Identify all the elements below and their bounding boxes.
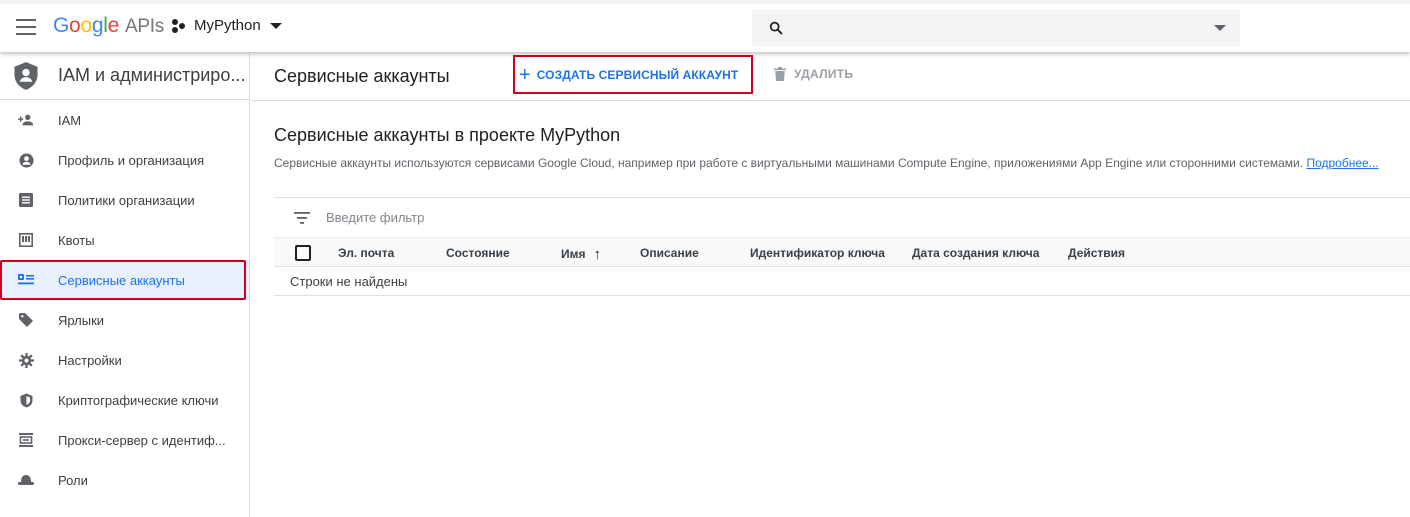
sidebar: IAM и администриро... IAM Профиль и орга… (0, 52, 250, 517)
list-alt-icon (18, 192, 34, 208)
highlight-box (0, 260, 246, 300)
search-icon (769, 21, 783, 35)
sidebar-item-org-policies[interactable]: Политики организации (0, 180, 249, 220)
column-status[interactable]: Состояние (446, 246, 510, 260)
sidebar-item-service-accounts[interactable]: Сервисные аккаунты (0, 260, 249, 300)
hat-icon (18, 472, 34, 488)
google-apis-logo[interactable]: Google APIs (53, 14, 164, 38)
select-all-checkbox[interactable] (295, 245, 311, 261)
column-actions: Действия (1068, 246, 1126, 260)
column-email[interactable]: Эл. почта (338, 246, 394, 260)
filter-input[interactable] (326, 210, 726, 225)
table-empty-row: Строки не найдены (274, 267, 1410, 296)
quota-icon (18, 232, 34, 248)
gear-icon (18, 352, 34, 368)
project-dots-icon (172, 18, 188, 34)
sidebar-item-labels[interactable]: Ярлыки (0, 300, 249, 340)
sidebar-item-identity-proxy[interactable]: Прокси-сервер с идентиф... (0, 420, 249, 460)
main-content: Сервисные аккаунты + СОЗДАТЬ СЕРВИСНЫЙ А… (251, 52, 1410, 517)
sidebar-header: IAM и администриро... (0, 52, 249, 100)
learn-more-link[interactable]: Подробнее... (1306, 156, 1378, 170)
filter-bar (274, 197, 1410, 237)
column-description[interactable]: Описание (640, 246, 699, 260)
sidebar-item-crypto-keys[interactable]: Криптографические ключи (0, 380, 249, 420)
sidebar-item-iam[interactable]: IAM (0, 100, 249, 140)
sort-ascending-icon: ↑ (593, 246, 602, 263)
account-circle-icon (18, 152, 34, 168)
sidebar-item-quotas[interactable]: Квоты (0, 220, 249, 260)
column-name[interactable]: Имя ↑ (561, 246, 601, 263)
trash-icon (774, 67, 786, 81)
chevron-down-icon (269, 22, 282, 29)
delete-button[interactable]: УДАЛИТЬ (774, 67, 853, 81)
main-menu-icon[interactable] (16, 19, 36, 35)
person-add-icon (18, 112, 34, 128)
search-bar[interactable] (752, 10, 1240, 46)
table-header: Эл. почта Состояние Имя ↑ Описание Иденти… (274, 237, 1410, 267)
sidebar-title: IAM и администриро... (58, 65, 246, 85)
sidebar-item-settings[interactable]: Настройки (0, 340, 249, 380)
description: Сервисные аккаунты используются сервисам… (274, 156, 1379, 170)
security-shield-icon (18, 392, 34, 408)
iam-shield-icon (14, 61, 38, 90)
page-title: Сервисные аккаунты (274, 66, 450, 86)
section-title: Сервисные аккаунты в проекте MyPython (274, 125, 621, 145)
filter-list-icon (294, 211, 310, 224)
proxy-icon (18, 432, 34, 448)
sidebar-item-roles[interactable]: Роли (0, 460, 249, 500)
plus-icon: + (519, 63, 531, 86)
top-app-bar: Google APIs MyPython (0, 0, 1410, 52)
column-key-creation-date[interactable]: Дата создания ключа (912, 246, 1039, 260)
action-toolbar: Сервисные аккаунты + СОЗДАТЬ СЕРВИСНЫЙ А… (251, 52, 1410, 101)
search-dropdown-icon[interactable] (1214, 25, 1226, 31)
project-name: MyPython (194, 17, 261, 34)
create-service-account-button[interactable]: + СОЗДАТЬ СЕРВИСНЫЙ АККАУНТ (513, 55, 753, 94)
sidebar-item-profile-organization[interactable]: Профиль и организация (0, 140, 249, 180)
project-selector[interactable]: MyPython (172, 17, 282, 34)
column-key-id[interactable]: Идентификатор ключа (750, 246, 885, 260)
label-tag-icon (18, 312, 34, 328)
